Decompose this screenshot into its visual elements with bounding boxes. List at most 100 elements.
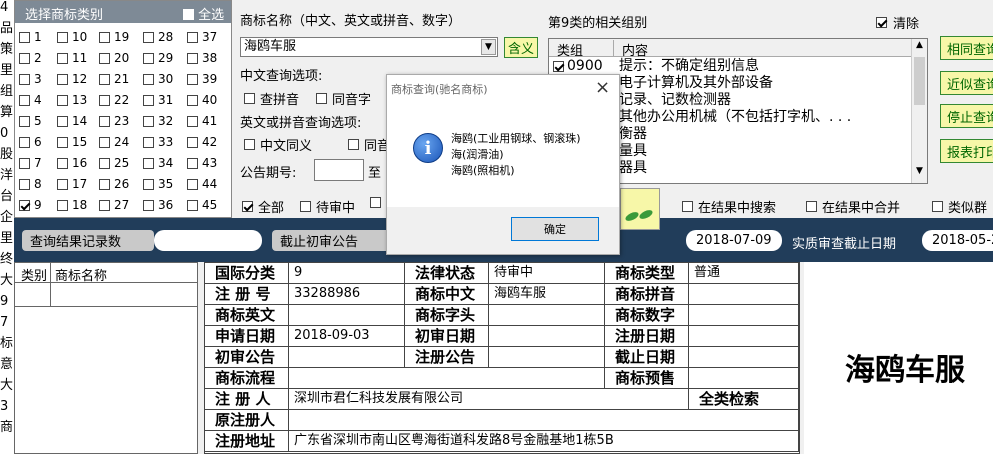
- class-checkbox-8[interactable]: 8: [19, 177, 42, 191]
- class-checkbox-10[interactable]: 10: [57, 30, 87, 44]
- checkbox[interactable]: [99, 199, 110, 211]
- scroll-thumb[interactable]: [914, 57, 925, 105]
- checkbox[interactable]: [187, 31, 198, 43]
- class-checkbox-3[interactable]: 3: [19, 72, 42, 86]
- checkbox[interactable]: [143, 199, 154, 211]
- class-checkbox-12[interactable]: 12: [57, 72, 87, 86]
- similar-search-button[interactable]: 近似查询: [940, 71, 993, 95]
- class-checkbox-19[interactable]: 19: [99, 30, 129, 44]
- class-checkbox-4[interactable]: 4: [19, 93, 42, 107]
- class-checkbox-30[interactable]: 30: [143, 72, 173, 86]
- result-list[interactable]: 类别 商标名称: [14, 262, 198, 454]
- result-row-name[interactable]: [51, 283, 197, 307]
- filter-merge-in-results[interactable]: 在结果中合并: [806, 197, 900, 216]
- checkbox[interactable]: [99, 157, 110, 169]
- checkbox[interactable]: [143, 52, 154, 64]
- opt-homophone[interactable]: 同音字: [316, 89, 371, 108]
- class-checkbox-1[interactable]: 1: [19, 30, 42, 44]
- filter-pending[interactable]: 待审中: [300, 197, 355, 216]
- class-checkbox-40[interactable]: 40: [187, 93, 217, 107]
- clear-checkbox[interactable]: 清除: [876, 13, 919, 32]
- checkbox[interactable]: [19, 178, 30, 190]
- name-input[interactable]: 海鸥车服 ▼: [240, 37, 498, 57]
- checkbox[interactable]: [19, 199, 30, 211]
- class-checkbox-16[interactable]: 16: [57, 156, 87, 170]
- class-checkbox-27[interactable]: 27: [99, 198, 129, 212]
- class-checkbox-21[interactable]: 21: [99, 72, 129, 86]
- class-checkbox-17[interactable]: 17: [57, 177, 87, 191]
- class-checkbox-14[interactable]: 14: [57, 114, 87, 128]
- class-checkbox-38[interactable]: 38: [187, 51, 217, 65]
- dropdown-arrow-icon[interactable]: ▼: [481, 39, 496, 55]
- class-checkbox-26[interactable]: 26: [99, 177, 129, 191]
- result-row-class[interactable]: [15, 283, 51, 307]
- class-checkbox-32[interactable]: 32: [143, 114, 173, 128]
- checkbox[interactable]: [143, 31, 154, 43]
- checkbox[interactable]: [143, 157, 154, 169]
- checkbox[interactable]: [19, 31, 30, 43]
- class-checkbox-22[interactable]: 22: [99, 93, 129, 107]
- checkbox[interactable]: [99, 31, 110, 43]
- checkbox[interactable]: [19, 52, 30, 64]
- class-checkbox-34[interactable]: 34: [143, 156, 173, 170]
- checkbox[interactable]: [143, 178, 154, 190]
- checkbox[interactable]: [19, 157, 30, 169]
- class-checkbox-28[interactable]: 28: [143, 30, 173, 44]
- checkbox[interactable]: [99, 115, 110, 127]
- scroll-down-icon[interactable]: ▼: [913, 166, 926, 181]
- close-icon[interactable]: ×: [595, 77, 610, 98]
- checkbox[interactable]: [143, 94, 154, 106]
- checkbox[interactable]: [187, 115, 198, 127]
- same-search-button[interactable]: 相同查询: [940, 36, 993, 60]
- class-checkbox-18[interactable]: 18: [57, 198, 87, 212]
- checkbox[interactable]: [57, 94, 68, 106]
- class-checkbox-24[interactable]: 24: [99, 135, 129, 149]
- checkbox[interactable]: [187, 199, 198, 211]
- checkbox[interactable]: [19, 136, 30, 148]
- checkbox[interactable]: [99, 136, 110, 148]
- checkbox[interactable]: [187, 178, 198, 190]
- date2-field[interactable]: 2018-05-2: [922, 230, 993, 251]
- class-checkbox-45[interactable]: 45: [187, 198, 217, 212]
- class-checkbox-6[interactable]: 6: [19, 135, 42, 149]
- select-all-checkbox[interactable]: 全选: [183, 4, 224, 23]
- date1-field[interactable]: 2018-07-09: [686, 230, 782, 251]
- opt-cn-synonym[interactable]: 中文同义: [244, 135, 312, 154]
- class-checkbox-36[interactable]: 36: [143, 198, 173, 212]
- scroll-up-icon[interactable]: ▲: [913, 40, 926, 55]
- class-checkbox-35[interactable]: 35: [143, 177, 173, 191]
- checkbox[interactable]: [57, 157, 68, 169]
- class-checkbox-42[interactable]: 42: [187, 135, 217, 149]
- issue-from-input[interactable]: [314, 159, 364, 181]
- checkbox[interactable]: [143, 136, 154, 148]
- class-checkbox-37[interactable]: 37: [187, 30, 217, 44]
- checkbox[interactable]: [187, 52, 198, 64]
- checkbox[interactable]: [57, 178, 68, 190]
- class-checkbox-5[interactable]: 5: [19, 114, 42, 128]
- class-checkbox-44[interactable]: 44: [187, 177, 217, 191]
- checkbox[interactable]: [187, 136, 198, 148]
- checkbox[interactable]: [57, 115, 68, 127]
- checkbox[interactable]: [19, 73, 30, 85]
- opt-partial[interactable]: 同音: [348, 135, 390, 154]
- checkbox[interactable]: [57, 52, 68, 64]
- class-checkbox-31[interactable]: 31: [143, 93, 173, 107]
- class-checkbox-25[interactable]: 25: [99, 156, 129, 170]
- group-checkbox[interactable]: [553, 60, 564, 72]
- class-checkbox-43[interactable]: 43: [187, 156, 217, 170]
- stop-search-button[interactable]: 停止查询: [940, 104, 993, 128]
- class-checkbox-23[interactable]: 23: [99, 114, 129, 128]
- class-checkbox-39[interactable]: 39: [187, 72, 217, 86]
- checkbox[interactable]: [143, 73, 154, 85]
- checkbox[interactable]: [19, 94, 30, 106]
- checkbox[interactable]: [99, 178, 110, 190]
- checkbox[interactable]: [57, 199, 68, 211]
- class-checkbox-13[interactable]: 13: [57, 93, 87, 107]
- class-checkbox-7[interactable]: 7: [19, 156, 42, 170]
- filter-all[interactable]: 全部: [242, 197, 284, 216]
- filter-similar-group[interactable]: 类似群: [932, 197, 987, 216]
- checkbox[interactable]: [187, 94, 198, 106]
- ok-button[interactable]: 确定: [511, 217, 599, 241]
- class-checkbox-29[interactable]: 29: [143, 51, 173, 65]
- checkbox[interactable]: [57, 136, 68, 148]
